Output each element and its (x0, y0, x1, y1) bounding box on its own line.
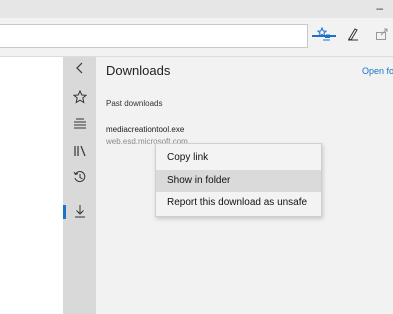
pane-title: Downloads (106, 63, 171, 78)
title-bar: – (0, 0, 393, 18)
back-chevron-icon[interactable] (63, 59, 96, 81)
active-tab-indicator (312, 35, 336, 37)
downloads-active-indicator (63, 205, 66, 219)
share-icon[interactable] (371, 27, 393, 47)
reading-list-icon[interactable] (63, 115, 96, 137)
browser-toolbar (0, 18, 393, 57)
downloads-icon[interactable] (63, 203, 96, 225)
address-bar[interactable] (0, 24, 308, 48)
page-content (0, 57, 63, 314)
report-unsafe-menu-item[interactable]: Report this download as unsafe (156, 192, 321, 214)
copy-link-menu-item[interactable]: Copy link (156, 147, 321, 169)
history-icon[interactable] (63, 169, 96, 191)
open-folder-link[interactable]: Open fo (362, 66, 393, 76)
favorites-star-icon[interactable] (63, 89, 96, 111)
books-icon[interactable] (63, 142, 96, 164)
minimize-button[interactable]: – (376, 2, 383, 14)
download-file-name[interactable]: mediacreationtool.exe (106, 125, 184, 134)
hub-icon-rail (63, 57, 96, 314)
hub-favorites-icon[interactable] (313, 26, 335, 47)
download-context-menu: Copy link Show in folder Report this dow… (155, 143, 322, 217)
web-note-pen-icon[interactable] (342, 27, 364, 47)
past-downloads-label: Past downloads (106, 99, 163, 108)
show-in-folder-menu-item[interactable]: Show in folder (156, 170, 321, 192)
